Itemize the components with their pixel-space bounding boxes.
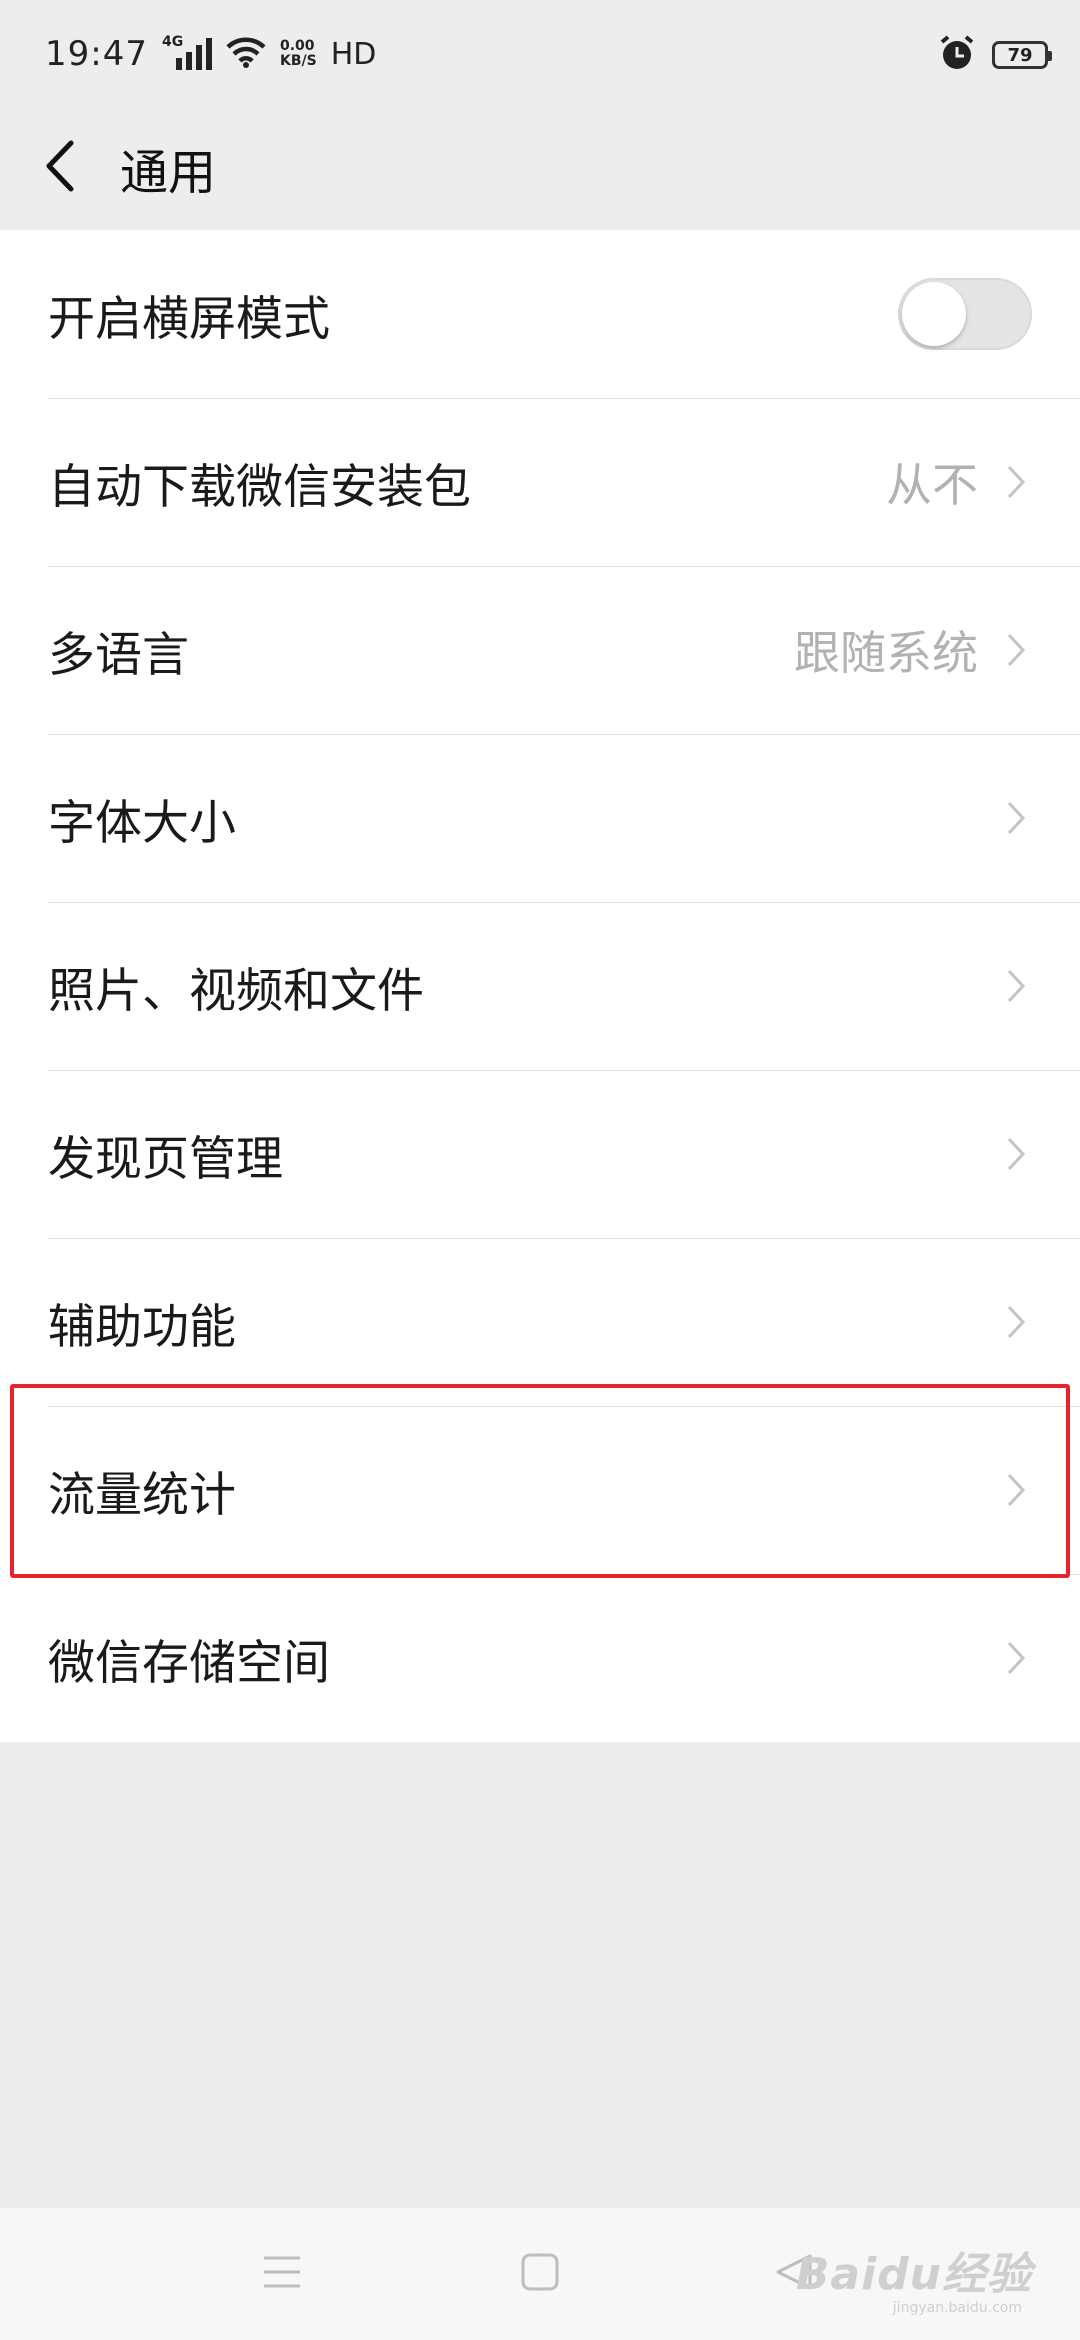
chevron-right-icon <box>1000 1472 1032 1508</box>
chevron-right-icon <box>1000 1304 1032 1340</box>
setting-discover-page[interactable]: 发现页管理 <box>0 1070 1080 1238</box>
setting-value: 跟随系统 <box>794 626 978 680</box>
back-arrow-icon <box>43 139 77 197</box>
setting-label: 开启横屏模式 <box>48 291 330 347</box>
setting-landscape-mode: 开启横屏模式 <box>0 230 1080 398</box>
setting-label: 流量统计 <box>48 1467 236 1523</box>
battery-icon: 79 <box>992 41 1052 69</box>
chevron-right-icon <box>1000 968 1032 1004</box>
setting-label: 辅助功能 <box>48 1299 236 1355</box>
setting-label: 照片、视频和文件 <box>48 963 424 1019</box>
wifi-icon <box>226 36 266 72</box>
setting-label: 多语言 <box>48 627 189 683</box>
toggle-knob <box>902 282 966 346</box>
setting-label: 自动下载微信安装包 <box>48 459 471 515</box>
baidu-watermark: Baidu经验 <box>795 2249 1032 2300</box>
chevron-right-icon <box>1000 632 1032 668</box>
page-title: 通用 <box>120 145 217 201</box>
hd-indicator: HD <box>330 36 377 72</box>
setting-language[interactable]: 多语言 跟随系统 <box>0 566 1080 734</box>
cellular-signal-icon: 4G <box>162 34 212 70</box>
page-header: 通用 <box>0 108 1080 228</box>
chevron-right-icon <box>1000 1136 1032 1172</box>
chevron-right-icon <box>1000 800 1032 836</box>
home-icon <box>520 2252 560 2296</box>
battery-level: 79 <box>1007 44 1033 66</box>
speed-unit: KB/S <box>279 53 317 69</box>
setting-value: 从不 <box>886 458 978 512</box>
setting-auto-download[interactable]: 自动下载微信安装包 从不 <box>0 398 1080 566</box>
chevron-right-icon <box>1000 1640 1032 1676</box>
speed-value: 0.00 <box>279 38 315 54</box>
setting-data-usage[interactable]: 流量统计 <box>0 1406 1080 1574</box>
chevron-right-icon <box>1000 464 1032 500</box>
back-button[interactable] <box>0 108 120 228</box>
network-type: 4G <box>161 34 184 50</box>
baidu-watermark-url: jingyan.baidu.com <box>892 2300 1022 2316</box>
landscape-mode-toggle[interactable] <box>898 278 1032 350</box>
setting-font-size[interactable]: 字体大小 <box>0 734 1080 902</box>
setting-accessibility[interactable]: 辅助功能 <box>0 1238 1080 1406</box>
status-time: 19:47 <box>45 34 148 74</box>
settings-list: 开启横屏模式 自动下载微信安装包 从不 多语言 跟随系统 字体大小 照片、视频和… <box>0 230 1080 1742</box>
network-speed: 0.00 KB/S <box>280 39 317 69</box>
alarm-icon <box>938 34 976 76</box>
setting-photos-videos-files[interactable]: 照片、视频和文件 <box>0 902 1080 1070</box>
nav-home-button[interactable] <box>480 2208 600 2340</box>
setting-storage[interactable]: 微信存储空间 <box>0 1574 1080 1742</box>
setting-label: 字体大小 <box>48 795 236 851</box>
menu-icon <box>262 2255 302 2293</box>
nav-menu-button[interactable] <box>222 2208 342 2340</box>
status-bar: 19:47 4G 0.00 KB/S HD 79 <box>0 0 1080 108</box>
setting-label: 发现页管理 <box>48 1131 283 1187</box>
setting-label: 微信存储空间 <box>48 1635 330 1691</box>
